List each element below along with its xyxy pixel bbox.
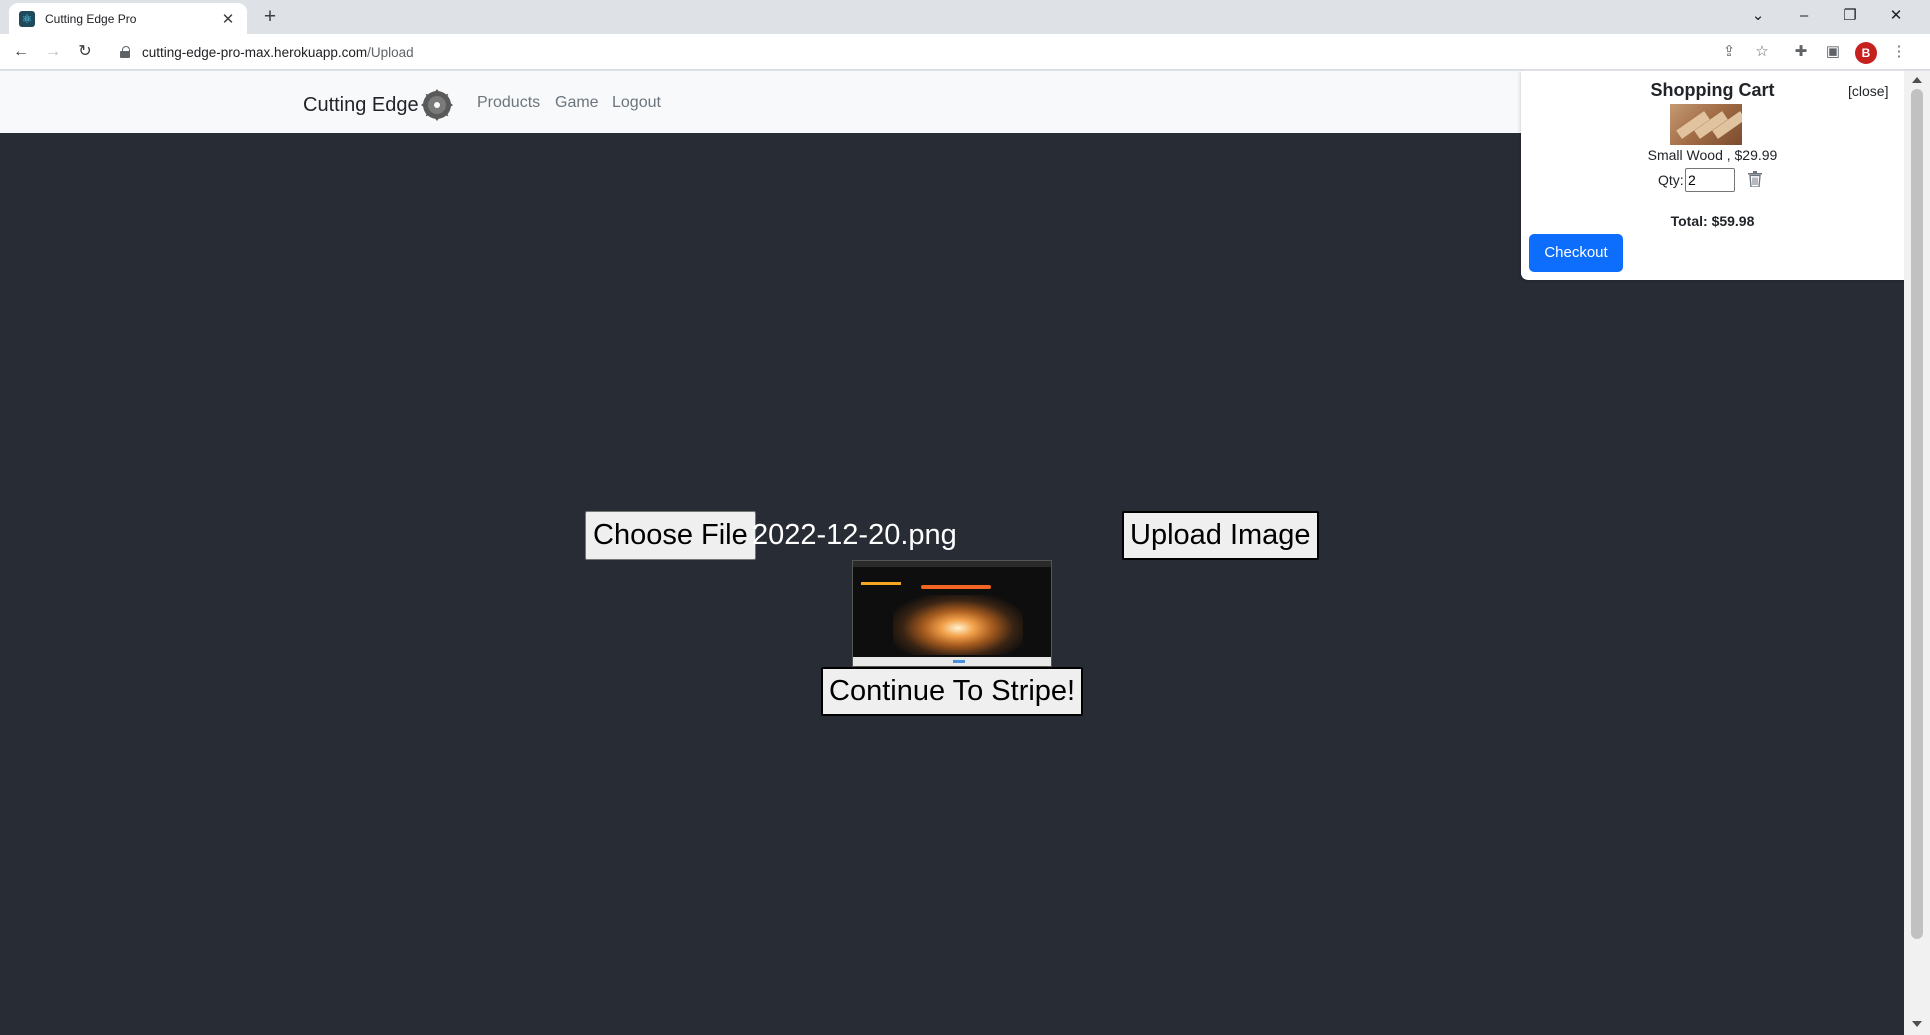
cart-close-link[interactable]: [close] [1848, 83, 1888, 99]
browser-tab-strip: ⚛ Cutting Edge Pro ✕ + ⌄ – ❐ ✕ [0, 0, 1930, 34]
url-text: cutting-edge-pro-max.herokuapp.com/Uploa… [142, 44, 414, 60]
nav-link-game[interactable]: Game [555, 94, 599, 112]
trash-icon[interactable] [1748, 171, 1762, 187]
cart-total: Total: $59.98 [1670, 213, 1755, 229]
reload-icon[interactable]: ↻ [72, 40, 98, 64]
address-bar[interactable]: cutting-edge-pro-max.herokuapp.com/Uploa… [108, 37, 1774, 67]
tab-title: Cutting Edge Pro [45, 11, 137, 26]
cart-item-thumbnail [1670, 104, 1742, 145]
profile-avatar[interactable]: B [1855, 42, 1877, 64]
page-scrollbar[interactable] [1904, 71, 1930, 1035]
preview-blue-indicator [953, 660, 965, 663]
scroll-down-arrow-icon[interactable] [1912, 1021, 1922, 1027]
back-arrow-icon[interactable]: ← [8, 40, 34, 64]
selected-file-name: 2022-12-20.png [752, 519, 957, 551]
forward-arrow-icon[interactable]: → [40, 40, 66, 64]
cart-item-name-price: Small Wood , $29.99 [1647, 147, 1778, 163]
bookmark-star-icon[interactable]: ☆ [1752, 42, 1772, 62]
new-tab-icon[interactable]: + [258, 6, 282, 30]
side-panel-icon[interactable]: ▣ [1823, 42, 1843, 62]
preview-browser-bar [853, 561, 1051, 567]
brand-text: Cutting Edge [303, 93, 419, 116]
cart-qty-input[interactable] [1685, 168, 1735, 192]
window-close-icon[interactable]: ✕ [1873, 2, 1919, 30]
extensions-puzzle-icon[interactable]: ✚ [1791, 42, 1811, 62]
preview-sparks-glow [893, 595, 1023, 655]
share-icon[interactable]: ⇪ [1719, 42, 1739, 62]
preview-orange-banner [921, 585, 991, 589]
minimize-icon[interactable]: – [1781, 2, 1827, 30]
browser-tab[interactable]: ⚛ Cutting Edge Pro ✕ [9, 3, 247, 34]
react-favicon-icon: ⚛ [19, 10, 35, 27]
scroll-up-arrow-icon[interactable] [1912, 77, 1922, 83]
choose-file-button[interactable]: Choose File [585, 511, 756, 560]
saw-blade-logo-icon [420, 89, 453, 121]
restore-icon[interactable]: ❐ [1827, 2, 1873, 30]
browser-toolbar: ← → ↻ cutting-edge-pro-max.herokuapp.com… [0, 34, 1930, 70]
shopping-cart-panel: Shopping Cart [close] Small Wood , $29.9… [1521, 71, 1904, 280]
checkout-button[interactable]: Checkout [1529, 234, 1623, 272]
nav-link-logout[interactable]: Logout [612, 94, 661, 112]
nav-link-products[interactable]: Products [477, 94, 540, 112]
tab-search-chevron-icon[interactable]: ⌄ [1735, 2, 1781, 30]
page-viewport: Cutting Edge Products Game Logout Choose… [0, 71, 1904, 1035]
uploaded-image-preview [852, 560, 1052, 667]
tab-close-icon[interactable]: ✕ [219, 10, 237, 28]
continue-to-stripe-button[interactable]: Continue To Stripe! [821, 667, 1084, 716]
scroll-thumb[interactable] [1911, 89, 1923, 939]
upload-image-button[interactable]: Upload Image [1122, 511, 1319, 560]
browser-menu-kebab-icon[interactable]: ⋮ [1889, 42, 1909, 62]
preview-heading-mark [861, 582, 901, 585]
cart-title: Shopping Cart [1650, 80, 1775, 100]
cart-qty-label: Qty: [1658, 172, 1684, 188]
preview-footer-strip [853, 657, 1051, 666]
lock-icon [120, 46, 130, 58]
site-brand[interactable]: Cutting Edge [303, 88, 454, 122]
